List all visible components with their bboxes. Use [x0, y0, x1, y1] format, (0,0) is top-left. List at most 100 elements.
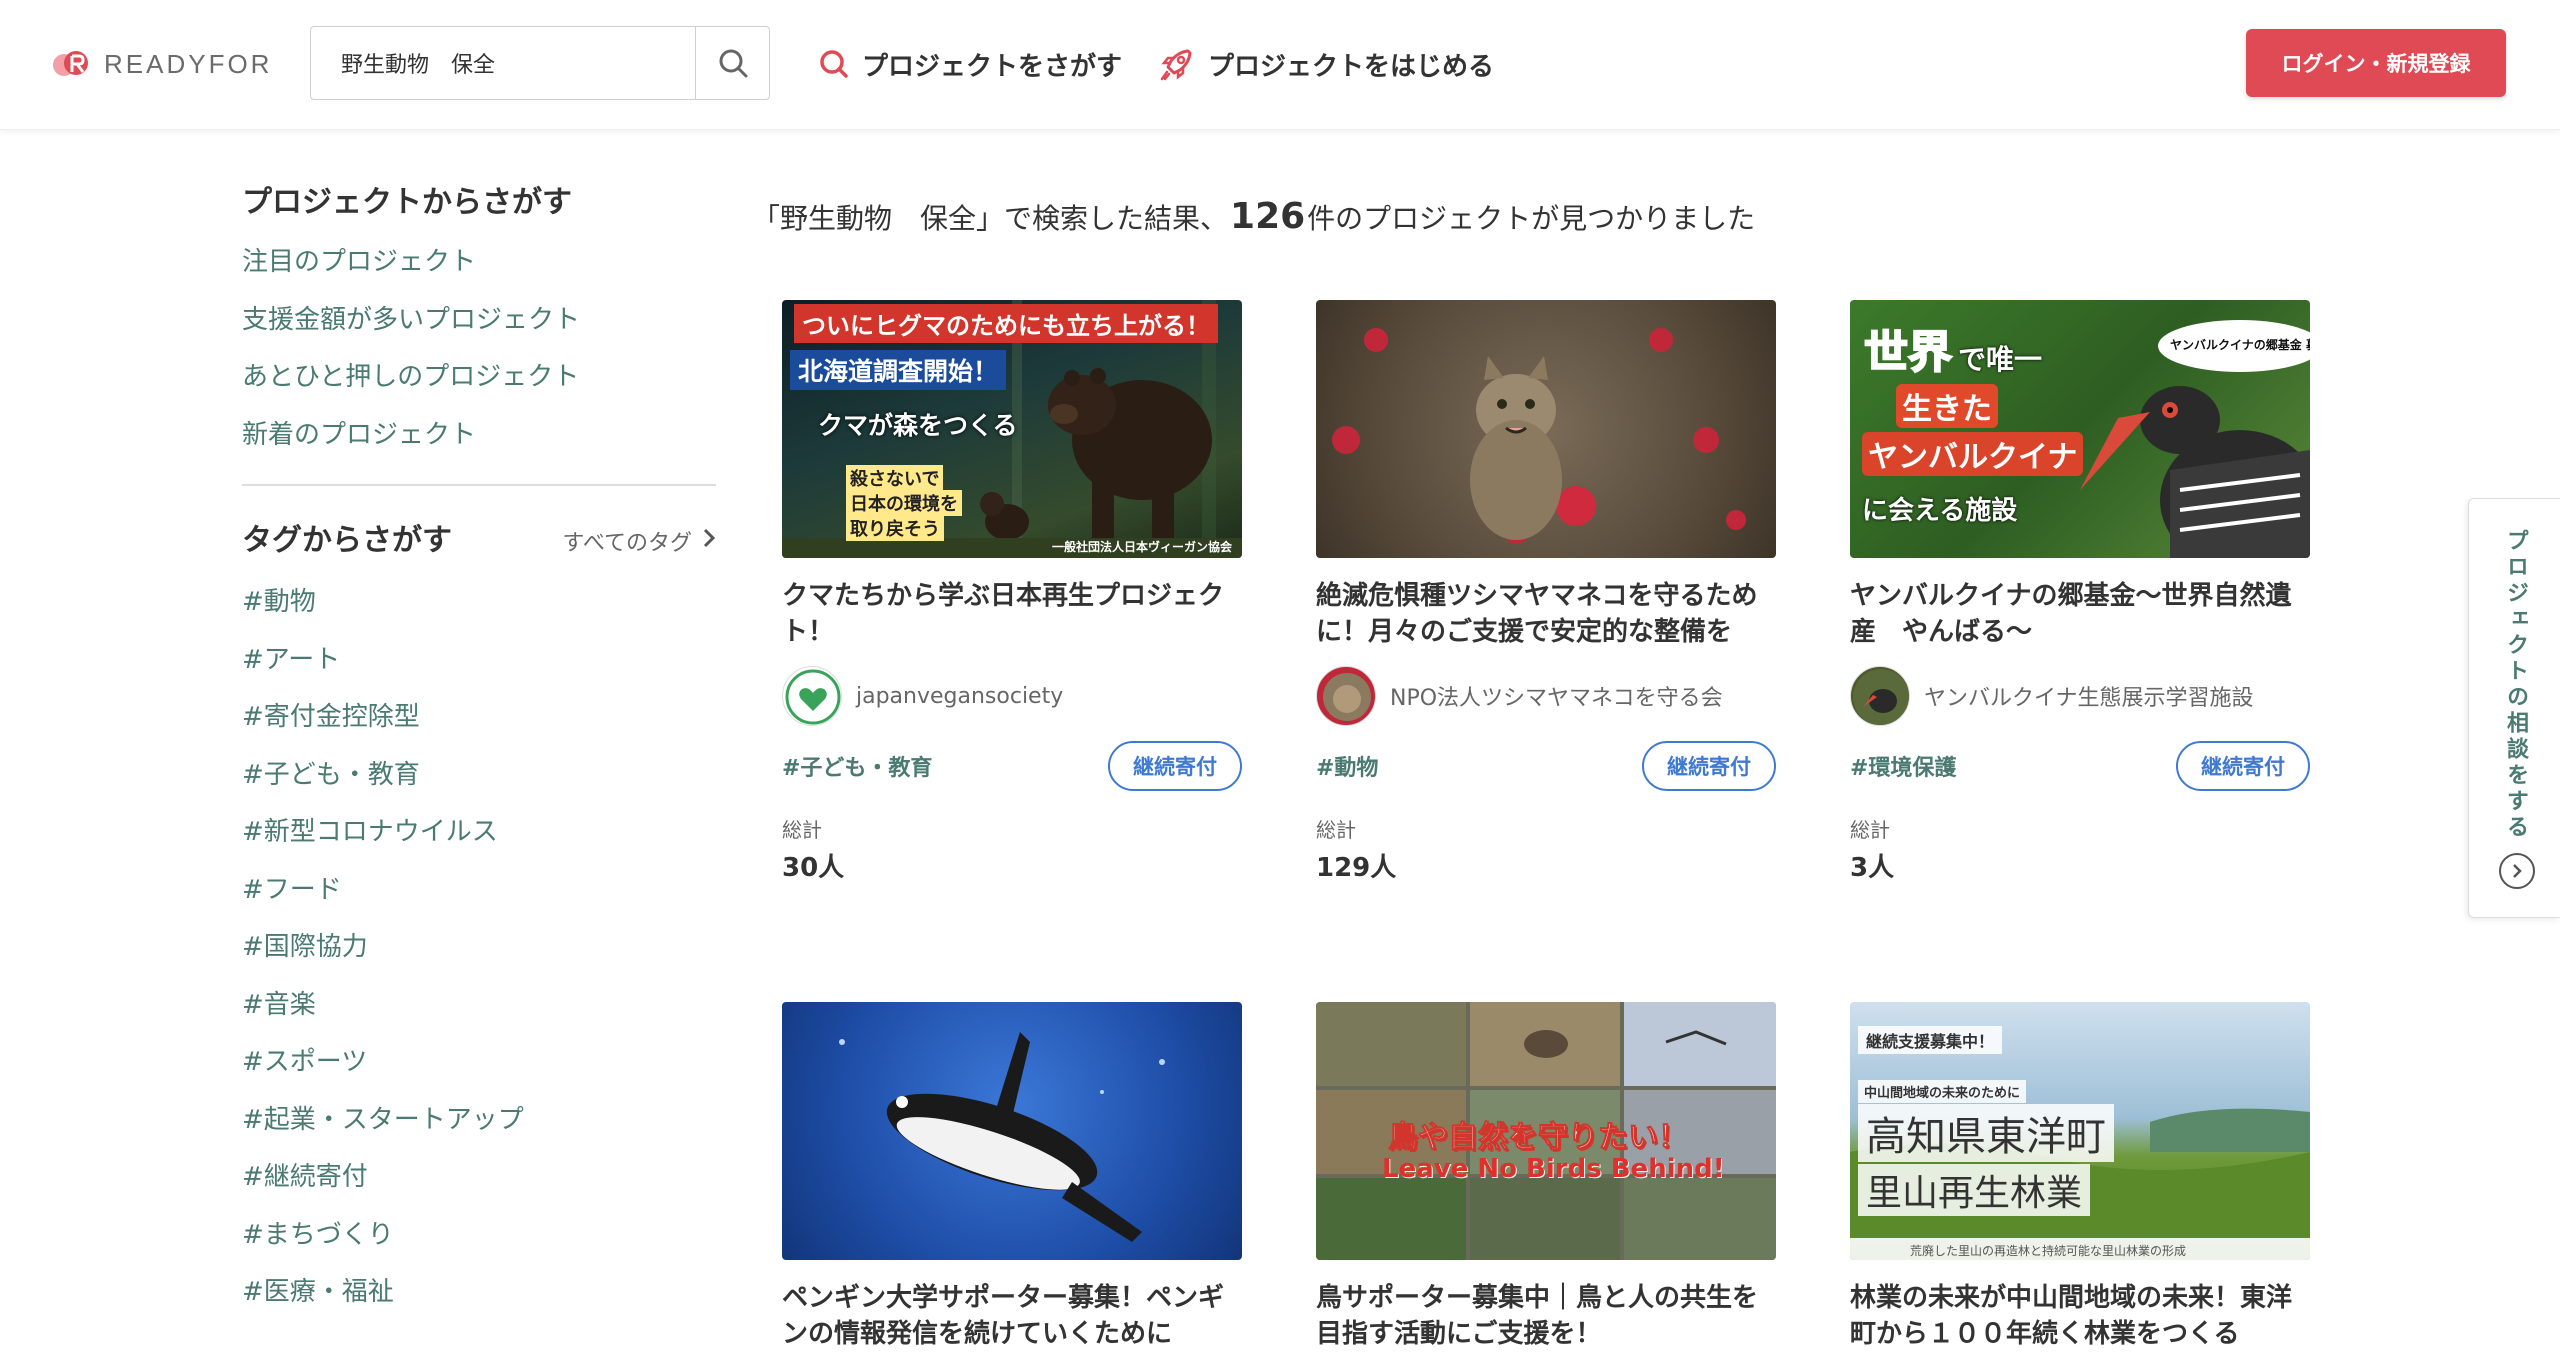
project-title[interactable]: 絶滅危惧種ツシマヤマネコを守るために！月々のご支援で安定的な整備を [1316, 578, 1776, 650]
project-title[interactable]: クマたちから学ぶ日本再生プロジェクト！ [782, 578, 1242, 650]
sidebar-link-most-funded[interactable]: 支援金額が多いプロジェクト [242, 292, 716, 350]
thumb-text: 継続支援募集中！ [1858, 1026, 2003, 1054]
thumb-text: 世界 [1863, 326, 1953, 379]
project-tag[interactable]: #環境保護 [1850, 750, 1956, 782]
thumb-text: 殺さないで [846, 465, 944, 491]
sidebar-link-new[interactable]: 新着のプロジェクト [242, 407, 716, 465]
thumb-text: 里山再生林業 [1858, 1164, 2091, 1216]
sidebar-tag-sports[interactable]: #スポーツ [242, 1034, 716, 1092]
project-tag[interactable]: #動物 [1316, 750, 1378, 782]
readyfor-logo-mark-icon [52, 48, 92, 80]
sidebar-tag-food[interactable]: #フード [242, 862, 716, 920]
rocket-icon [1158, 45, 1196, 83]
sidebar-tag-children-education[interactable]: #子ども・教育 [242, 747, 716, 805]
nav-search-projects[interactable]: プロジェクトをさがす [818, 40, 1122, 88]
thumb-text: クマが森をつくる [818, 411, 1018, 440]
owner-avatar [782, 666, 842, 726]
project-thumbnail[interactable]: ついにヒグマのためにも立ち上がる！ 北海道調査開始！ クマが森をつくる 殺さない… [782, 300, 1242, 558]
thumb-text: 日本の環境を [846, 490, 962, 516]
thumb-text: ヤンバルクイナの郷基金 募集中 [2170, 338, 2310, 352]
all-tags-link[interactable]: すべてのタグ [562, 525, 716, 557]
leopard-cat-illustration [1332, 328, 1746, 544]
project-owner[interactable]: ヤンバルクイナ生態展示学習施設 [1850, 666, 2310, 726]
search-result-summary: 「野生動物 保全」で検索した結果、126件のプロジェクトが見つかりました [752, 192, 1755, 242]
project-tag[interactable]: #子ども・教育 [782, 750, 932, 782]
sidebar-link-featured[interactable]: 注目のプロジェクト [242, 234, 716, 292]
projects-heading: プロジェクトからさがす [242, 185, 572, 220]
thumb-text: 荒廃した里山の再造林と持続可能な里山林業の形成 [1910, 1244, 2187, 1258]
total-supporters: 129人 [1316, 853, 1397, 883]
total-label: 総計 [782, 818, 822, 842]
site-header: READYFOR プロジェクトをさがす プロ [0, 0, 2560, 130]
project-title[interactable]: ヤンバルクイナの郷基金〜世界自然遺産 やんばる〜 [1850, 578, 2310, 650]
total-supporters: 3人 [1850, 853, 1895, 883]
project-owner[interactable]: NPO法人ツシマヤマネコを守る会 [1316, 666, 1776, 726]
recurring-donation-badge: 継続寄付 [2176, 741, 2310, 791]
recurring-donation-badge: 継続寄付 [1108, 741, 1242, 791]
project-card[interactable]: 鳥や自然を守りたい！ Leave No Birds Behind! 鳥サポーター… [1316, 1002, 1776, 1352]
project-thumbnail[interactable]: 鳥や自然を守りたい！ Leave No Birds Behind! [1316, 1002, 1776, 1260]
project-thumbnail[interactable]: 世界 で唯一 生きた ヤンバルクイナ に会える施設 ヤンバルクイナの郷基金 募集… [1850, 300, 2310, 558]
project-thumbnail[interactable]: 継続支援募集中！ 中山間地域の未来のために 高知県東洋町 里山再生林業 荒廃した… [1850, 1002, 2310, 1260]
search-button[interactable] [695, 27, 769, 99]
nav-start-label: プロジェクトをはじめる [1208, 51, 1495, 82]
thumb-text: 鳥や自然を守りたい！ [1388, 1120, 1689, 1156]
project-card[interactable]: ペンギン大学サポーター募集！ペンギンの情報発信を続けていくために [782, 1002, 1242, 1352]
project-title[interactable]: 鳥サポーター募集中｜鳥と人の共生を目指す活動にご支援を！ [1316, 1280, 1776, 1352]
sidebar-tag-community[interactable]: #まちづくり [242, 1207, 716, 1265]
project-card[interactable]: 絶滅危惧種ツシマヤマネコを守るために！月々のご支援で安定的な整備を NPO法人ツ… [1316, 300, 1776, 884]
thumb-text: Leave No Birds Behind! [1382, 1154, 1725, 1184]
chevron-right-icon [2499, 853, 2535, 889]
all-tags-label: すべてのタグ [562, 531, 692, 556]
total-label: 総計 [1316, 818, 1356, 842]
nav-start-project[interactable]: プロジェクトをはじめる [1158, 40, 1494, 88]
project-consultation-tab[interactable]: プロジェクトの相談をする [2468, 498, 2560, 918]
login-register-button[interactable]: ログイン・新規登録 [2246, 29, 2506, 97]
thumb-text: 取り戻そう [846, 515, 944, 541]
chevron-right-icon [702, 527, 716, 555]
project-owner[interactable]: japanvegansociety [782, 666, 1242, 726]
project-card[interactable]: 継続支援募集中！ 中山間地域の未来のために 高知県東洋町 里山再生林業 荒廃した… [1850, 1002, 2310, 1352]
thumb-credit: 一般社団法人日本ヴィーガン協会 [1052, 540, 1233, 554]
tags-heading: タグからさがす [242, 523, 452, 558]
total-supporters: 30人 [782, 853, 845, 883]
thumb-text: で唯一 [1958, 343, 2043, 376]
sidebar-tag-international[interactable]: #国際協力 [242, 919, 716, 977]
thumb-text: 北海道調査開始！ [790, 350, 1007, 390]
search-box [310, 26, 770, 100]
sidebar-tag-recurring[interactable]: #継続寄付 [242, 1149, 716, 1207]
owner-avatar [1316, 666, 1376, 726]
project-title[interactable]: 林業の未来が中山間地域の未来！東洋町から１００年続く林業をつくる [1850, 1280, 2310, 1352]
owner-name: ヤンバルクイナ生態展示学習施設 [1924, 686, 2254, 711]
project-thumbnail[interactable] [1316, 300, 1776, 558]
sidebar-tag-tax-deductible[interactable]: #寄付金控除型 [242, 689, 716, 747]
sidebar-tag-music[interactable]: #音楽 [242, 977, 716, 1035]
thumb-text: に会える施設 [1862, 496, 2018, 526]
search-icon [818, 48, 850, 80]
project-card[interactable]: 世界 で唯一 生きた ヤンバルクイナ に会える施設 ヤンバルクイナの郷基金 募集… [1850, 300, 2310, 884]
result-prefix: 「野生動物 保全」で検索した結果、 [752, 202, 1229, 235]
search-icon [719, 49, 747, 78]
consult-label: プロジェクトの相談をする [2503, 529, 2528, 841]
project-thumbnail[interactable] [782, 1002, 1242, 1260]
sidebar-tag-animals[interactable]: #動物 [242, 574, 716, 632]
sidebar-tag-covid[interactable]: #新型コロナウイルス [242, 804, 716, 862]
sidebar-tag-medical-welfare[interactable]: #医療・福祉 [242, 1264, 716, 1322]
search-input[interactable] [311, 27, 695, 99]
recurring-donation-badge: 継続寄付 [1642, 741, 1776, 791]
project-title[interactable]: ペンギン大学サポーター募集！ペンギンの情報発信を続けていくために [782, 1280, 1242, 1352]
project-card[interactable]: ついにヒグマのためにも立ち上がる！ 北海道調査開始！ クマが森をつくる 殺さない… [782, 300, 1242, 884]
sidebar-tag-startup[interactable]: #起業・スタートアップ [242, 1092, 716, 1150]
owner-name: NPO法人ツシマヤマネコを守る会 [1390, 686, 1723, 711]
total-label: 総計 [1850, 818, 1890, 842]
logo-text: READYFOR [104, 48, 273, 79]
penguin-illustration [839, 1032, 1165, 1242]
result-count: 126 [1230, 196, 1306, 237]
owner-avatar [1850, 666, 1910, 726]
thumb-text: 生きた [1896, 384, 1998, 428]
sidebar-tag-art[interactable]: #アート [242, 632, 716, 690]
readyfor-logo[interactable]: READYFOR [52, 46, 272, 82]
sidebar-link-almost-there[interactable]: あとひと押しのプロジェクト [242, 349, 716, 407]
nav-search-label: プロジェクトをさがす [862, 51, 1123, 82]
thumb-text: ヤンバルクイナ [1862, 432, 2084, 476]
